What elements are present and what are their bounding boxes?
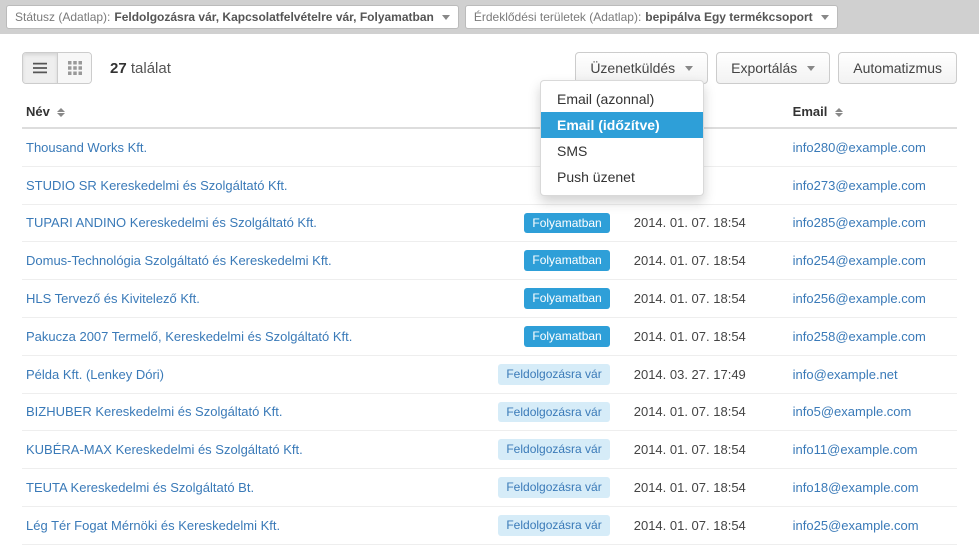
caret-down-icon: [821, 15, 829, 20]
column-header-email[interactable]: Email: [789, 94, 957, 128]
filter-bar: Státusz (Adatlap): Feldolgozásra vár, Ka…: [0, 0, 979, 34]
status-badge: Folyamatban: [524, 250, 609, 271]
row-name[interactable]: BIZHUBER Kereskedelmi és Szolgáltató Kft…: [26, 404, 283, 419]
status-badge: Folyamatban: [524, 213, 609, 234]
table-row[interactable]: TUPARI ANDINO Kereskedelmi és Szolgáltat…: [22, 204, 957, 242]
result-count: 27 találat: [110, 60, 171, 77]
dropdown-item[interactable]: Push üzenet: [541, 164, 703, 190]
row-email[interactable]: info5@example.com: [793, 404, 912, 419]
row-date: 2014. 01. 07. 18:54: [630, 242, 789, 280]
table-row[interactable]: TEUTA Kereskedelmi és Szolgáltató Bt. Fel…: [22, 469, 957, 507]
caret-down-icon: [807, 66, 815, 71]
results-table: Név Státusz átuma Email Thousand Works K…: [22, 94, 957, 545]
view-grid-button[interactable]: [57, 53, 91, 83]
filter-status[interactable]: Státusz (Adatlap): Feldolgozásra vár, Ka…: [6, 5, 459, 29]
list-icon: [33, 61, 47, 75]
row-email[interactable]: info11@example.com: [793, 442, 918, 457]
row-name[interactable]: Példa Kft. (Lenkey Dóri): [26, 367, 164, 382]
sort-icon: [835, 108, 843, 117]
result-count-label: találat: [131, 60, 171, 77]
automation-button-label: Automatizmus: [853, 60, 942, 76]
row-name[interactable]: HLS Tervező és Kivitelező Kft.: [26, 291, 200, 306]
status-badge: Folyamatban: [524, 326, 609, 347]
view-toggle: [22, 52, 92, 84]
result-count-number: 27: [110, 60, 127, 77]
row-name[interactable]: TEUTA Kereskedelmi és Szolgáltató Bt.: [26, 480, 254, 495]
row-email[interactable]: info258@example.com: [793, 329, 926, 344]
table-row[interactable]: HLS Tervező és Kivitelező Kft. Folyamatba…: [22, 280, 957, 318]
dropdown-item[interactable]: SMS: [541, 138, 703, 164]
row-name[interactable]: STUDIO SR Kereskedelmi és Szolgáltató Kf…: [26, 178, 288, 193]
status-badge: Feldolgozásra vár: [498, 515, 609, 536]
row-name[interactable]: Domus-Technológia Szolgáltató és Kereske…: [26, 253, 332, 268]
dropdown-item[interactable]: Email (időzítve): [541, 112, 703, 138]
row-email[interactable]: info256@example.com: [793, 291, 926, 306]
status-badge: Folyamatban: [524, 288, 609, 309]
table-row[interactable]: Lég Tér Fogat Mérnöki és Kereskedelmi Kf…: [22, 506, 957, 544]
export-button[interactable]: Exportálás: [716, 52, 830, 84]
row-date: 2014. 03. 27. 17:49: [630, 355, 789, 393]
column-header-name[interactable]: Név: [22, 94, 461, 128]
row-name[interactable]: TUPARI ANDINO Kereskedelmi és Szolgáltat…: [26, 215, 317, 230]
row-email[interactable]: info285@example.com: [793, 215, 926, 230]
filter-status-value: Feldolgozásra vár, Kapcsolatfelvételre v…: [114, 10, 433, 24]
row-email[interactable]: info@example.net: [793, 367, 898, 382]
export-button-label: Exportálás: [731, 60, 797, 76]
view-list-button[interactable]: [23, 53, 57, 83]
caret-down-icon: [442, 15, 450, 20]
filter-interest-label: Érdeklődési területek (Adatlap):: [474, 10, 641, 24]
row-date: 2014. 01. 07. 18:54: [630, 469, 789, 507]
row-email[interactable]: info25@example.com: [793, 518, 919, 533]
caret-down-icon: [685, 66, 693, 71]
status-badge: Feldolgozásra vár: [498, 439, 609, 460]
automation-button[interactable]: Automatizmus: [838, 52, 957, 84]
status-badge: Feldolgozásra vár: [498, 477, 609, 498]
row-date: 2014. 01. 07. 18:54: [630, 506, 789, 544]
table-row[interactable]: BIZHUBER Kereskedelmi és Szolgáltató Kft…: [22, 393, 957, 431]
message-button-label: Üzenetküldés: [590, 60, 675, 76]
row-name[interactable]: Pakucza 2007 Termelő, Kereskedelmi és Sz…: [26, 329, 352, 344]
row-date: 2014. 01. 07. 18:54: [630, 431, 789, 469]
table-row[interactable]: KUBÉRA-MAX Kereskedelmi és Szolgáltató K…: [22, 431, 957, 469]
table-row[interactable]: Példa Kft. (Lenkey Dóri) Feldolgozásra vá…: [22, 355, 957, 393]
table-row[interactable]: Domus-Technológia Szolgáltató és Kereske…: [22, 242, 957, 280]
table-row[interactable]: Thousand Works Kft.Kapcsolat1. 07. 18:54…: [22, 128, 957, 166]
row-name[interactable]: Thousand Works Kft.: [26, 140, 147, 155]
status-badge: Feldolgozásra vár: [498, 364, 609, 385]
filter-status-label: Státusz (Adatlap):: [15, 10, 110, 24]
status-badge: Feldolgozásra vár: [498, 402, 609, 423]
row-email[interactable]: info273@example.com: [793, 178, 926, 193]
row-name[interactable]: Lég Tér Fogat Mérnöki és Kereskedelmi Kf…: [26, 518, 280, 533]
table-row[interactable]: Pakucza 2007 Termelő, Kereskedelmi és Sz…: [22, 317, 957, 355]
row-date: 2014. 01. 07. 18:54: [630, 204, 789, 242]
row-name[interactable]: KUBÉRA-MAX Kereskedelmi és Szolgáltató K…: [26, 442, 303, 457]
filter-interest-value: bepipálva Egy termékcsoport: [645, 10, 812, 24]
row-date: 2014. 01. 07. 18:54: [630, 317, 789, 355]
filter-interest[interactable]: Érdeklődési területek (Adatlap): bepipál…: [465, 5, 838, 29]
row-email[interactable]: info18@example.com: [793, 480, 919, 495]
sort-icon: [57, 108, 65, 117]
dropdown-item[interactable]: Email (azonnal): [541, 86, 703, 112]
row-email[interactable]: info280@example.com: [793, 140, 926, 155]
toolbar: 27 találat Üzenetküldés Exportálás Autom…: [0, 34, 979, 94]
message-dropdown: Email (azonnal)Email (időzítve)SMSPush ü…: [540, 80, 704, 196]
row-email[interactable]: info254@example.com: [793, 253, 926, 268]
row-date: 2014. 01. 07. 18:54: [630, 280, 789, 318]
row-date: 2014. 01. 07. 18:54: [630, 393, 789, 431]
table-row[interactable]: STUDIO SR Kereskedelmi és Szolgáltató Kf…: [22, 166, 957, 204]
grid-icon: [68, 61, 82, 75]
